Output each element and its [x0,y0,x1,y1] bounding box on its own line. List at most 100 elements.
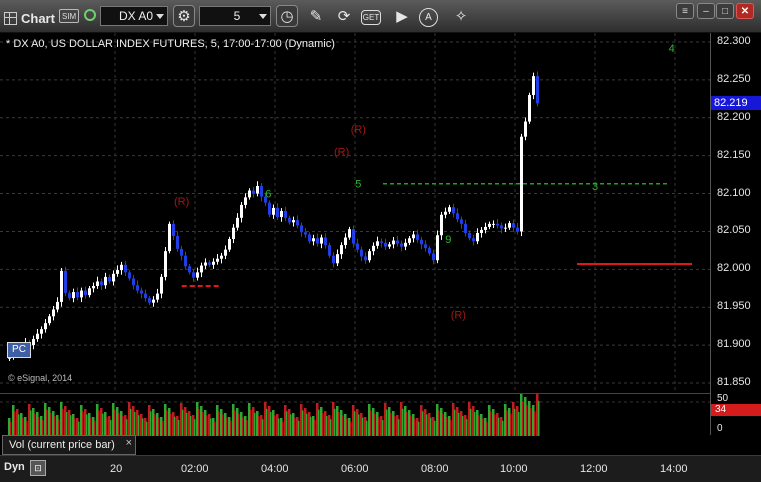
volume-bar [242,416,244,436]
close-icon[interactable]: ✕ [736,3,754,19]
candle [392,237,395,249]
cycle-icon[interactable]: ⟳ [333,5,355,27]
candle-body [508,223,511,228]
volume-bar [426,414,428,436]
volume-pane[interactable] [0,392,710,436]
candle [528,92,531,124]
candle [44,319,47,333]
volume-bar [514,408,516,436]
candle [60,267,63,307]
candle [132,274,135,290]
setup-count-label: 5 [355,178,361,190]
volume-bar [58,419,60,436]
volume-bar [378,416,380,436]
volume-bar [274,415,276,436]
volume-bar [14,411,16,436]
candle-body [60,270,63,302]
volume-bar [434,420,436,436]
candle-body [52,309,55,317]
menu-icon[interactable]: ≡ [676,3,694,19]
candle-body [424,244,427,249]
candle-body [412,234,415,239]
candle [320,234,323,249]
candle-body [476,232,479,242]
volume-bar [370,410,372,436]
candle-body [440,214,443,236]
candle-body [36,333,39,340]
candle [460,216,463,229]
volume-bar [186,412,188,436]
volume-bar [466,419,468,436]
candle [224,245,227,260]
candle-body [188,266,191,273]
candle [64,266,67,297]
candle [488,221,491,230]
candle-body [216,258,219,262]
pencil-icon[interactable]: ✎ [305,5,327,27]
play-icon[interactable]: ▶ [391,5,413,27]
alert-icon[interactable]: A [419,8,438,27]
volume-bar [506,410,508,436]
candle [400,240,403,252]
volume-bar [238,413,240,436]
candle-body [120,264,123,271]
volume-bar [358,414,360,436]
lock-icon[interactable]: ⊡ [30,460,46,476]
minimize-icon[interactable]: – [697,3,715,19]
volume-bar [34,413,36,436]
volume-study-tab[interactable]: Vol (current price bar) × [2,435,136,455]
volume-bar [498,417,500,436]
pc-marker[interactable]: PC [7,342,31,358]
volume-bar [398,419,400,436]
refresh-clock-icon[interactable]: ◷ [276,5,298,27]
chevron-down-icon[interactable] [156,14,164,19]
candle [360,246,363,262]
price-axis[interactable]: 82.300 82.250 82.200 82.150 82.100 82.050 82.0… [710,33,761,393]
interval-input[interactable]: 5 [199,6,271,26]
volume-bar [482,418,484,436]
volume-bar [130,408,132,436]
ruler-icon[interactable]: ✧ [450,5,472,27]
volume-bar [226,417,228,436]
get-icon[interactable]: GET [361,10,381,25]
close-study-icon[interactable]: × [126,437,132,449]
volume-bar [526,404,528,436]
candle-body [256,185,259,194]
vol-axis-max: 50 [717,393,729,404]
gear-icon[interactable]: ⚙ [173,5,195,27]
candle [164,247,167,281]
candle-body [496,223,499,226]
candle-body [376,241,379,246]
candle [148,295,151,305]
candle-body [328,245,331,256]
candle [364,252,367,264]
candle [140,287,143,299]
candle [156,288,159,303]
candle [312,234,315,246]
candle [228,236,231,252]
volume-bar [26,420,28,436]
price-axis-label: 82.000 [717,262,751,275]
candle-body [248,190,251,198]
candle-body [116,270,119,274]
candle [468,230,471,241]
volume-bar [342,415,344,436]
candle-body [444,211,447,215]
maximize-icon[interactable]: □ [716,3,734,19]
volume-bar [478,415,480,436]
symbol-input[interactable]: DX A0 [100,6,168,26]
candle [336,249,339,267]
chevron-down-icon[interactable] [259,14,267,19]
candle [324,233,327,249]
candle-body [204,262,207,266]
volume-bar [134,412,136,436]
volume-bar [102,413,104,436]
volume-bar [234,410,236,436]
candle [120,261,123,275]
setup-count-label: 6 [265,188,271,200]
volume-bar [158,417,160,436]
volume-bar [326,416,328,436]
candle-body [208,262,211,265]
volume-bar [86,414,88,436]
price-chart[interactable]: (R) (R) (R) (R) 6 4 5 9 3 * DX A0, US DOLLAR IND… [0,33,710,393]
